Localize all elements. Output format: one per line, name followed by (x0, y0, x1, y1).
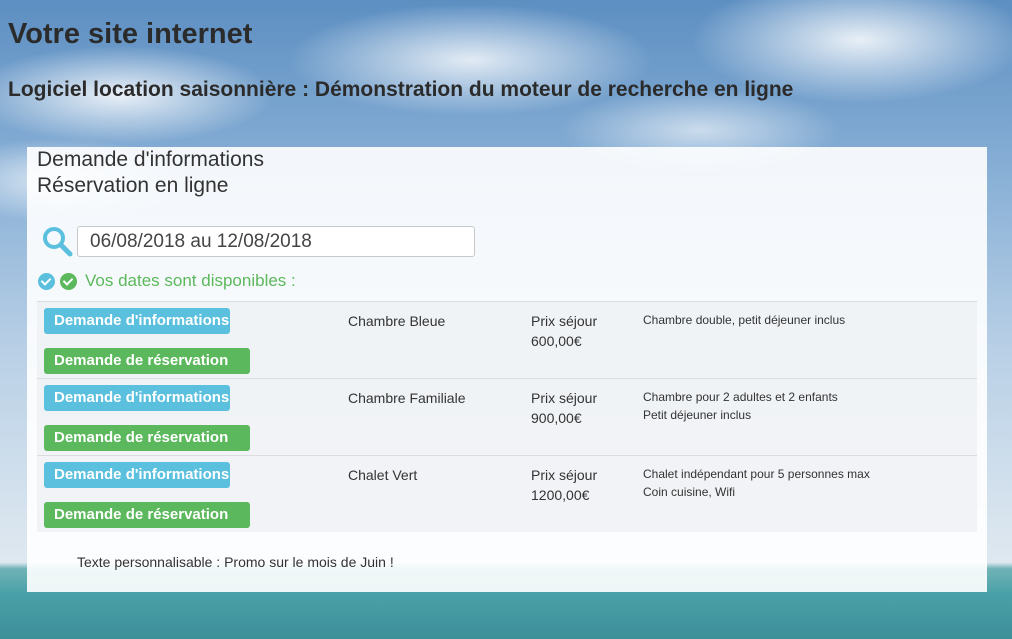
date-range-input[interactable] (77, 226, 475, 257)
price-label: Prix séjour (531, 313, 598, 329)
price-value: 900,00€ (531, 410, 582, 426)
room-list: Demande d'informations Demande de réserv… (37, 301, 977, 532)
availability-text: Vos dates sont disponibles : (85, 271, 296, 290)
room-description-line: Chalet indépendant pour 5 personnes max (643, 467, 870, 481)
booking-panel: Demande d'informations Réservation en li… (27, 147, 987, 592)
promo-text: Texte personnalisable : Promo sur le moi… (77, 554, 394, 570)
availability-status: Vos dates sont disponibles : (38, 271, 296, 291)
room-description: Chambre pour 2 adultes et 2 enfants Peti… (643, 388, 838, 424)
search-icon[interactable] (41, 225, 73, 257)
info-request-button[interactable]: Demande d'informations (44, 462, 230, 488)
price-label: Prix séjour (531, 390, 598, 406)
room-description-line: Chambre pour 2 adultes et 2 enfants (643, 390, 838, 404)
reservation-request-button[interactable]: Demande de réservation (44, 502, 250, 528)
info-request-button[interactable]: Demande d'informations (44, 308, 230, 334)
reservation-request-button[interactable]: Demande de réservation (44, 425, 250, 451)
price-value: 600,00€ (531, 333, 582, 349)
online-reservation-link[interactable]: Réservation en ligne (37, 174, 228, 198)
info-request-link[interactable]: Demande d'informations (37, 148, 264, 172)
room-description: Chambre double, petit déjeuner inclus (643, 311, 845, 329)
check-circle-icon (38, 272, 55, 290)
price-value: 1200,00€ (531, 487, 590, 503)
room-name: Chalet Vert (348, 467, 418, 483)
table-row: Demande d'informations Demande de réserv… (37, 455, 977, 532)
site-title: Votre site internet (8, 18, 253, 50)
room-name: Chambre Bleue (348, 313, 446, 329)
check-circle-icon (60, 272, 77, 290)
table-row: Demande d'informations Demande de réserv… (37, 301, 977, 378)
price-label: Prix séjour (531, 467, 598, 483)
table-row: Demande d'informations Demande de réserv… (37, 378, 977, 455)
room-description-line: Coin cuisine, Wifi (643, 485, 736, 499)
info-request-button[interactable]: Demande d'informations (44, 385, 230, 411)
room-description: Chalet indépendant pour 5 personnes max … (643, 465, 870, 501)
room-description-line: Chambre double, petit déjeuner inclus (643, 313, 846, 327)
room-description-line: Petit déjeuner inclus (643, 408, 752, 422)
room-name: Chambre Familiale (348, 390, 466, 406)
site-subtitle: Logiciel location saisonnière : Démonstr… (8, 78, 794, 101)
reservation-request-button[interactable]: Demande de réservation (44, 348, 250, 374)
